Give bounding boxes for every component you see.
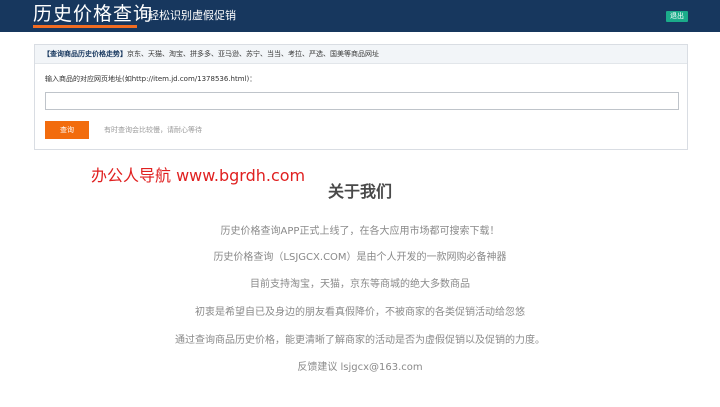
about-line: 历史价格查询APP正式上线了，在各大应用市场都可搜索下载！ [220,226,500,237]
query-button[interactable]: 查询 [45,121,89,139]
query-panel-header: 【查询商品历史价格走势】京东、天猫、淘宝、拼多多、亚马逊、苏宁、当当、考拉、严选… [35,45,687,64]
query-panel-title-bold: 【查询商品历史价格走势】 [43,50,127,58]
about-line: 初衷是希望自已及身边的朋友看真假降价，不被商家的各类促销活动给忽悠 [195,307,525,318]
site-slogan: 轻松识别虚假促销 [148,9,236,22]
about-title: 关于我们 [327,182,392,201]
about-line: 历史价格查询（LSJGCX.COM）是由个人开发的一款网购必备神器 [213,252,507,263]
query-panel-title-sites: 京东、天猫、淘宝、拼多多、亚马逊、苏宁、当当、考拉、严选、国美等商品网址 [127,50,379,58]
logout-button[interactable]: 退出 [666,11,688,22]
about-line: 目前支持淘宝，天猫，京东等商城的绝大多数商品 [250,279,470,290]
logo-underline [33,25,137,28]
query-panel-title: 【查询商品历史价格走势】京东、天猫、淘宝、拼多多、亚马逊、苏宁、当当、考拉、严选… [43,50,379,59]
about-line: 通过查询商品历史价格，能更清晰了解商家的活动是否为虚假促销以及促销的力度。 [175,335,545,346]
query-hint: 有时查询会比较慢，请耐心等待 [104,126,202,134]
top-header-bar: 历史价格查询 轻松识别虚假促销 退出 [0,0,720,32]
query-panel: 【查询商品历史价格走势】京东、天猫、淘宝、拼多多、亚马逊、苏宁、当当、考拉、严选… [34,44,688,150]
url-field-label: 输入商品的对应网页地址(如http://item.jd.com/1378536.… [45,75,257,83]
url-input[interactable] [45,92,679,110]
site-logo[interactable]: 历史价格查询 [33,2,153,26]
feedback-email[interactable]: 反馈建议 lsjgcx@163.com [0,361,720,374]
